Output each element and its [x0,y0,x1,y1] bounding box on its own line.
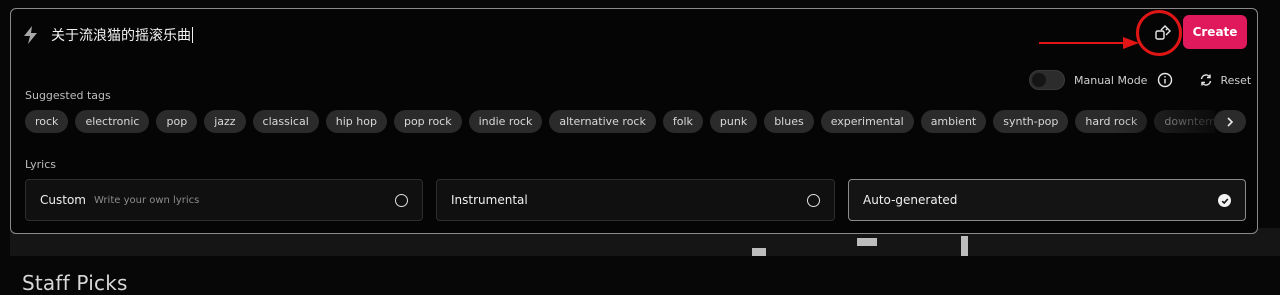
reset-label: Reset [1220,73,1252,87]
lyrics-label: Lyrics [25,158,56,171]
tag-chip[interactable]: rock [25,110,69,133]
create-button[interactable]: Create [1183,15,1247,49]
tag-chip[interactable]: classical [252,110,319,133]
tag-chip[interactable]: ambient [920,110,987,133]
manual-mode-label: Manual Mode [1074,73,1148,87]
refresh-icon [1201,74,1212,86]
lyrics-option-instrumental[interactable]: Instrumental [436,179,835,221]
lyrics-option-hint: Write your own lyrics [93,194,200,206]
reset-button[interactable]: Reset [1199,73,1251,87]
tag-chip[interactable]: pop [156,110,198,133]
tag-chip[interactable]: pop rock [393,110,462,133]
annotation-arrow [1039,35,1139,49]
info-icon[interactable] [1157,72,1173,88]
text-caret [192,27,193,43]
tag-chip[interactable]: synth-pop [993,110,1069,133]
manual-mode-toggle[interactable] [1029,70,1065,90]
lyrics-option-auto-generated[interactable]: Auto-generated [848,179,1246,221]
tag-chip[interactable]: hard rock [1075,110,1148,133]
waveform-bar [857,238,877,246]
tag-chip[interactable]: folk [662,110,703,133]
swap-icon [1155,25,1171,40]
staff-picks-heading: Staff Picks [22,271,128,295]
swap-mode-button[interactable] [1153,23,1173,43]
tag-chip[interactable]: downtempo [1154,110,1215,133]
tag-chip[interactable]: blues [764,110,814,133]
create-panel: 关于流浪猫的摇滚乐曲 Create Manual Mode Reset Sugg… [10,8,1258,234]
manual-mode-row: Manual Mode Reset [1029,69,1251,91]
radio-unchecked-icon [807,194,820,207]
suggested-tags-label: Suggested tags [25,89,111,102]
tag-chip[interactable]: jazz [204,110,246,133]
tags-scroll-right-button[interactable] [1214,110,1246,133]
tag-chip[interactable]: indie rock [468,110,543,133]
lyrics-option-custom[interactable]: Custom Write your own lyrics [25,179,423,221]
chevron-right-icon [1227,116,1234,127]
tag-chip[interactable]: punk [709,110,758,133]
tag-chip[interactable]: electronic [75,110,150,133]
lyrics-option-label: Auto-generated [863,193,958,207]
lightning-icon [24,26,37,44]
prompt-input[interactable]: 关于流浪猫的摇滚乐曲 [21,23,193,47]
waveform-bar [752,248,766,256]
tag-chip[interactable]: alternative rock [549,110,656,133]
lyrics-option-label: Custom [40,193,86,207]
lyrics-option-label: Instrumental [451,193,528,207]
radio-checked-icon [1218,194,1231,207]
tag-chip[interactable]: hip hop [325,110,387,133]
waveform-bar [961,236,968,256]
tag-chip[interactable]: experimental [820,110,914,133]
suggested-tags-list: rock electronic pop jazz classical hip hop pop… [25,110,1215,133]
radio-unchecked-icon [395,194,408,207]
prompt-text: 关于流浪猫的摇滚乐曲 [51,28,191,44]
